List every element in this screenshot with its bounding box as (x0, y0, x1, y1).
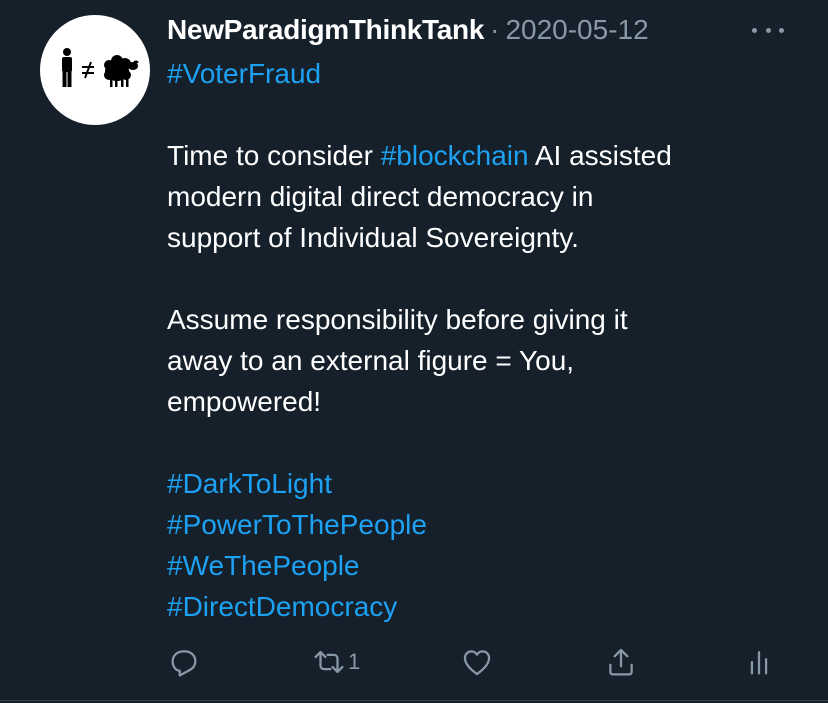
share-icon (609, 648, 633, 676)
analytics-icon (750, 650, 768, 675)
tweet[interactable]: NewParadigmThinkTank · 2020-05-12 #Voter… (0, 0, 828, 703)
tweet-line-1: #VoterFraud (167, 53, 807, 94)
hashtag-link[interactable]: #WeThePeople (167, 545, 807, 586)
analytics-button[interactable] (742, 640, 776, 684)
reply-icon (171, 650, 197, 677)
retweet-button[interactable]: 1 (312, 640, 360, 684)
divider (0, 700, 828, 701)
username[interactable]: NewParadigmThinkTank (167, 14, 484, 46)
more-options-icon[interactable] (752, 16, 784, 44)
tweet-line-7: empowered! (167, 386, 322, 417)
tweet-line-2: Time to consider #blockchain AI assisted (167, 135, 807, 176)
tweet-header: NewParadigmThinkTank · 2020-05-12 (167, 10, 649, 50)
man-not-equal-sheep-icon (62, 48, 139, 87)
like-button[interactable] (460, 640, 494, 684)
tweet-body: #VoterFraud Time to consider #blockchain… (167, 53, 807, 627)
tweet-line-4: support of Individual Sovereignty. (167, 222, 579, 253)
tweet-line-6: away to an external figure = You, (167, 345, 575, 376)
tweet-text: Time to consider (167, 140, 381, 171)
tweet-line-3: modern digital direct democracy in (167, 181, 594, 212)
hashtag-link[interactable]: #DarkToLight (167, 463, 807, 504)
heart-icon (463, 650, 491, 676)
tweet-text: AI assisted (528, 140, 672, 171)
reply-button[interactable] (167, 640, 201, 684)
hashtag-link[interactable]: #blockchain (381, 140, 529, 171)
hashtag-link[interactable]: #PowerToThePeople (167, 504, 807, 545)
hashtag-link[interactable]: #VoterFraud (167, 58, 321, 89)
tweet-actions: 1 (0, 640, 828, 684)
share-button[interactable] (604, 640, 638, 684)
avatar[interactable] (40, 15, 150, 125)
tweet-date[interactable]: 2020-05-12 (505, 14, 648, 46)
tweet-line-5: Assume responsibility before giving it (167, 304, 628, 335)
hashtag-link[interactable]: #DirectDemocracy (167, 586, 807, 627)
retweet-count: 1 (348, 649, 361, 674)
separator-dot: · (490, 14, 500, 45)
retweet-icon (314, 650, 344, 674)
